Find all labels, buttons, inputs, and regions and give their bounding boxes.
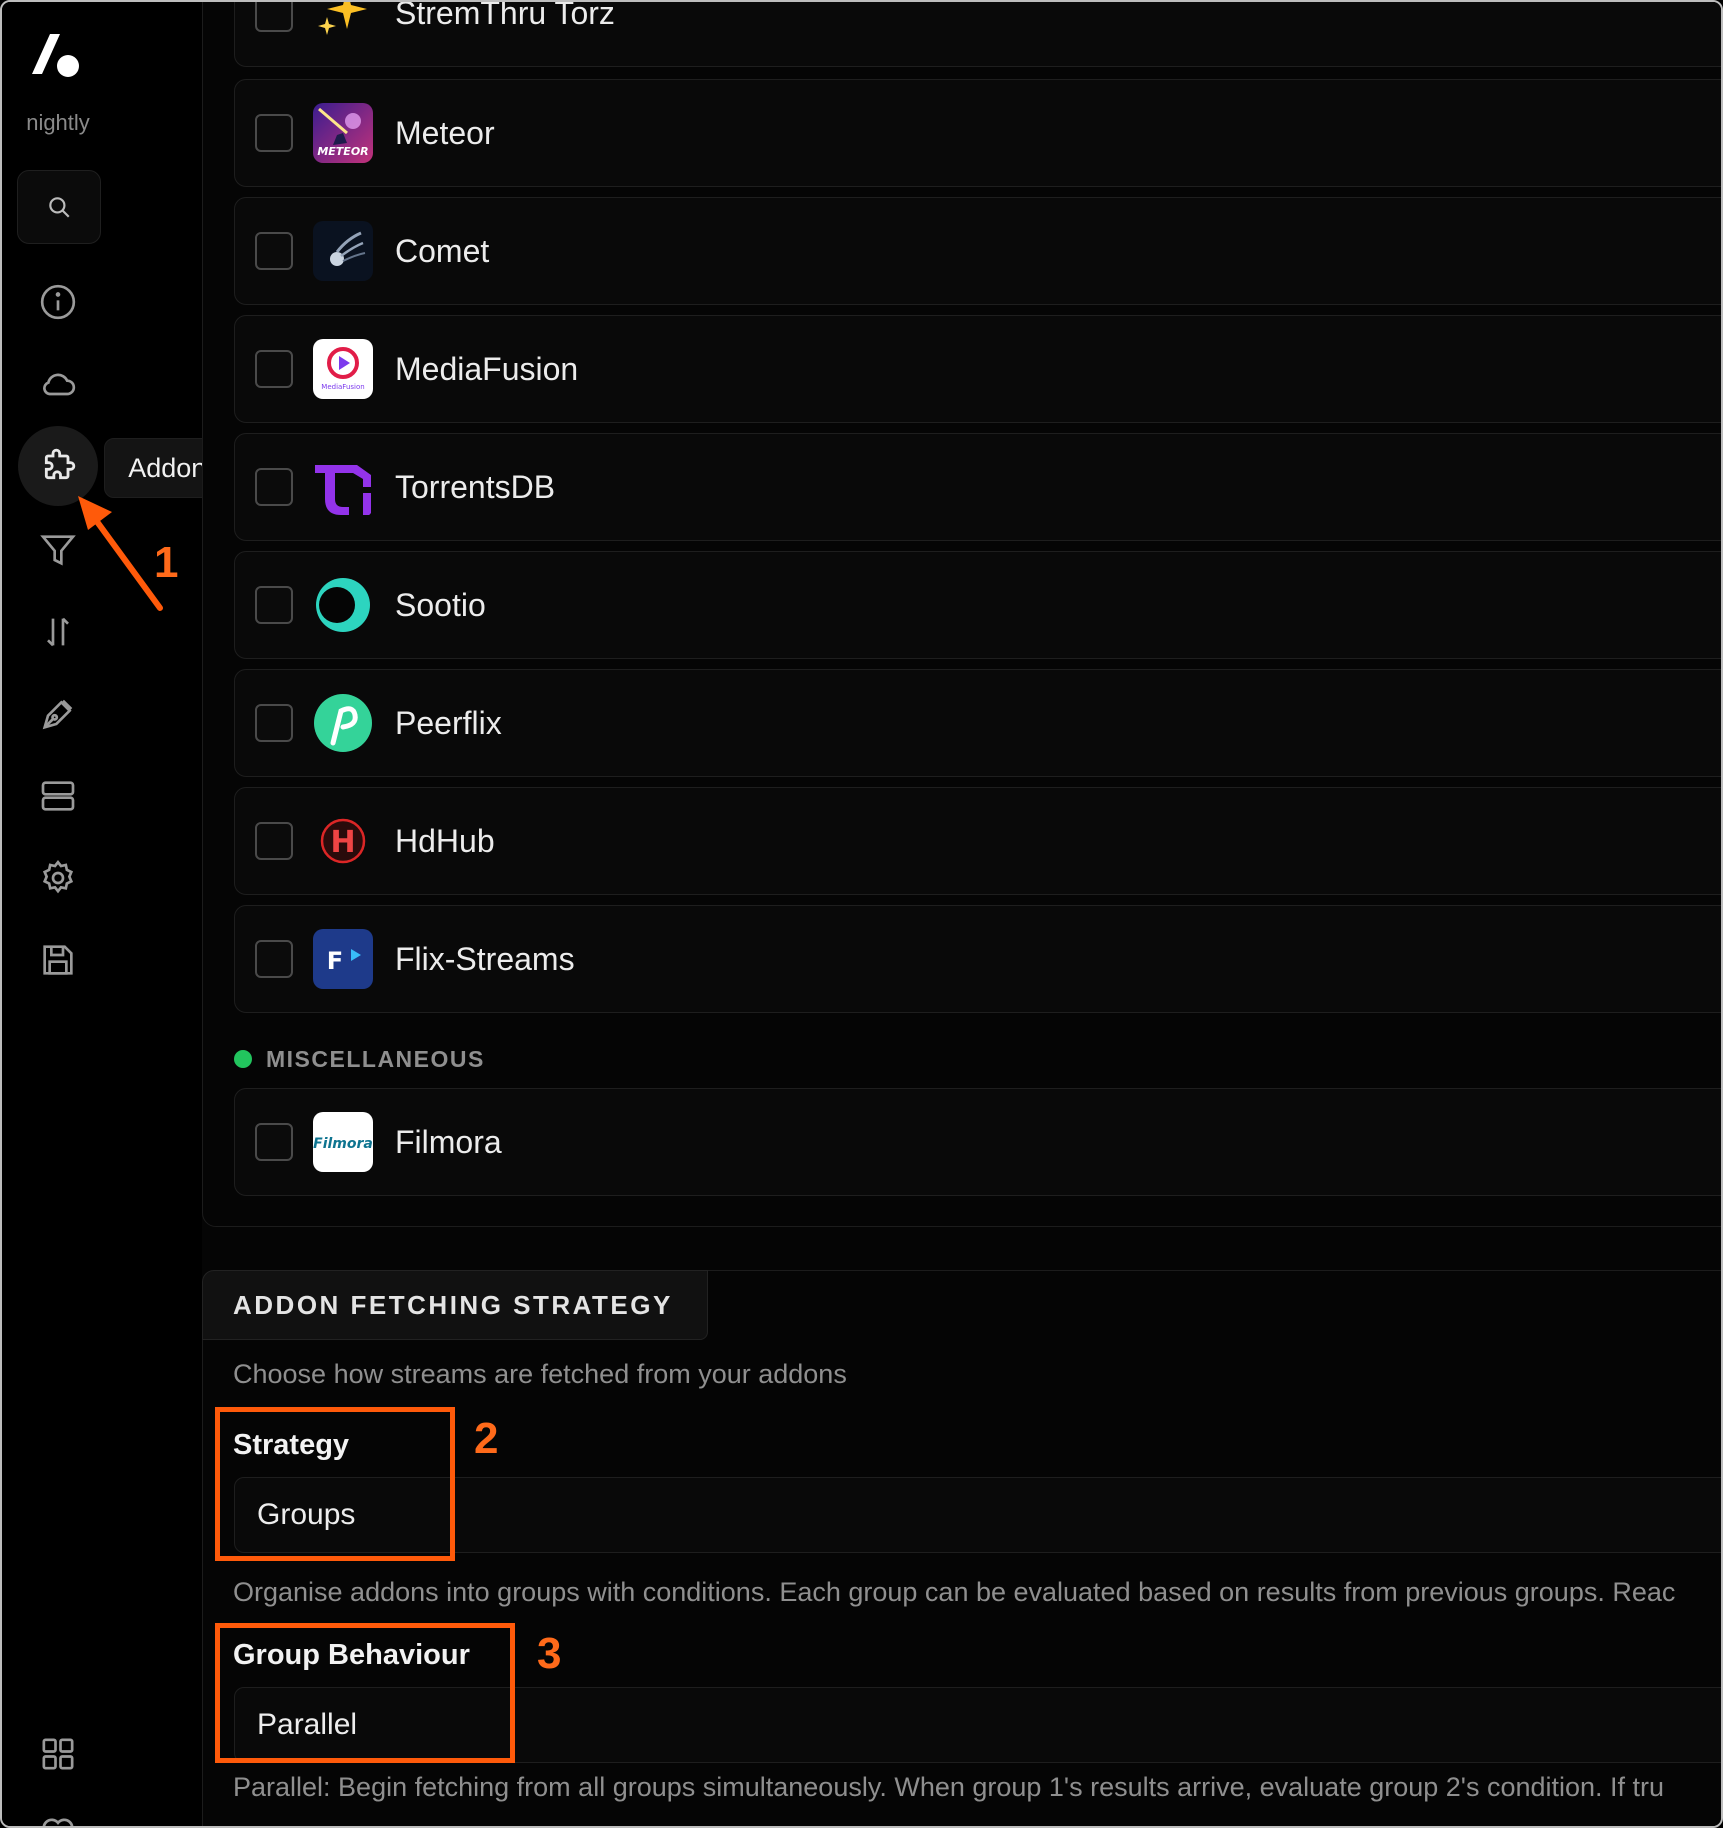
strategy-description: Choose how streams are fetched from your… xyxy=(233,1359,847,1389)
nav-apps[interactable] xyxy=(18,1714,98,1794)
grid-icon xyxy=(42,1738,74,1770)
flix-streams-logo-icon: F xyxy=(313,929,373,989)
comet-logo-icon xyxy=(313,221,373,281)
nav-about[interactable] xyxy=(18,262,98,342)
misc-section-heading: MISCELLANEOUS xyxy=(234,1042,485,1076)
addon-checkbox[interactable] xyxy=(255,232,293,270)
addon-checkbox[interactable] xyxy=(255,704,293,742)
addon-checkbox[interactable] xyxy=(255,940,293,978)
addon-row[interactable]: Peerflix xyxy=(234,669,1721,777)
svg-text:Filmora: Filmora xyxy=(313,1136,373,1152)
server-icon xyxy=(41,781,75,811)
strategy-select[interactable]: Groups xyxy=(234,1477,1721,1553)
addon-checkbox[interactable] xyxy=(255,114,293,152)
addon-row[interactable]: Filmora Filmora xyxy=(234,1088,1721,1196)
cloud-icon xyxy=(43,373,76,396)
nav-formatter[interactable] xyxy=(18,674,98,754)
mediafusion-logo-icon: MediaFusion xyxy=(313,339,373,399)
heart-icon xyxy=(42,1818,74,1826)
addon-checkbox[interactable] xyxy=(255,2,293,32)
addon-name: Peerflix xyxy=(395,705,502,741)
group-behaviour-help-text: Parallel: Begin fetching from all groups… xyxy=(233,1772,1665,1802)
svg-text:METEOR: METEOR xyxy=(317,145,368,158)
addon-row[interactable]: METEOR Meteor xyxy=(234,79,1721,187)
info-icon xyxy=(40,284,76,320)
addon-name: Flix-Streams xyxy=(395,941,575,977)
svg-text:MediaFusion: MediaFusion xyxy=(321,383,364,391)
misc-section-label: MISCELLANEOUS xyxy=(266,1045,485,1072)
addon-row[interactable]: TorrentsDB xyxy=(234,433,1721,541)
sparkles-icon xyxy=(318,2,367,35)
addon-row[interactable]: StremThru Torz xyxy=(234,0,1721,67)
save-icon xyxy=(43,945,73,975)
nav-settings[interactable] xyxy=(18,838,98,918)
nav-save[interactable] xyxy=(18,920,98,1000)
svg-text:F: F xyxy=(327,947,343,975)
addon-checkbox[interactable] xyxy=(255,586,293,624)
meteor-logo-icon: METEOR xyxy=(313,103,373,163)
addon-checkbox[interactable] xyxy=(255,350,293,388)
addon-name: Filmora xyxy=(395,1124,502,1160)
peerflix-logo-icon xyxy=(314,694,372,752)
annotation-step-3: 3 xyxy=(537,1629,562,1678)
addon-name: Comet xyxy=(395,233,490,269)
status-dot xyxy=(234,1050,252,1068)
nav-proxy[interactable] xyxy=(18,756,98,836)
addon-name: TorrentsDB xyxy=(395,469,556,505)
svg-text:H: H xyxy=(330,825,355,860)
search-button[interactable] xyxy=(17,170,101,244)
sidebar: nightly xyxy=(2,2,202,1826)
addon-row[interactable]: F Flix-Streams xyxy=(234,905,1721,1013)
annotation-box-group-behaviour xyxy=(215,1623,515,1763)
addon-name: Sootio xyxy=(395,587,486,623)
addon-row[interactable]: Comet xyxy=(234,197,1721,305)
sootio-logo-icon xyxy=(316,578,370,632)
addon-checkbox[interactable] xyxy=(255,822,293,860)
addon-name: HdHub xyxy=(395,823,495,859)
torrentsdb-logo-icon xyxy=(315,465,371,515)
filmora-logo-icon: Filmora xyxy=(313,1112,373,1172)
strategy-help-text: Organise addons into groups with conditi… xyxy=(233,1577,1676,1607)
addon-name: MediaFusion xyxy=(395,351,579,387)
pen-icon xyxy=(42,699,73,730)
addon-checkbox[interactable] xyxy=(255,1123,293,1161)
addon-row[interactable]: MediaFusion MediaFusion xyxy=(234,315,1721,423)
annotation-step-2: 2 xyxy=(474,1414,499,1463)
nav-services[interactable] xyxy=(18,344,98,424)
hdhub-logo-icon: H xyxy=(320,818,366,864)
puzzle-icon xyxy=(44,448,76,480)
brand-label: nightly xyxy=(26,110,90,135)
addon-checkbox[interactable] xyxy=(255,468,293,506)
addon-name: Meteor xyxy=(395,115,495,151)
fetching-strategy-heading: ADDON FETCHING STRATEGY xyxy=(202,1270,708,1340)
annotation-box-strategy xyxy=(215,1407,455,1561)
gear-icon xyxy=(42,860,74,894)
annotation-step-1: 1 xyxy=(154,538,179,587)
addon-row[interactable]: Sootio xyxy=(234,551,1721,659)
nav-more[interactable] xyxy=(18,1792,98,1826)
addon-row[interactable]: H HdHub xyxy=(234,787,1721,895)
search-icon xyxy=(49,197,70,218)
addon-name: StremThru Torz xyxy=(395,0,615,31)
app-logo-icon[interactable] xyxy=(28,28,88,88)
app-window: nightly Addons StremThru Torz METEOR Met… xyxy=(0,0,1723,1828)
